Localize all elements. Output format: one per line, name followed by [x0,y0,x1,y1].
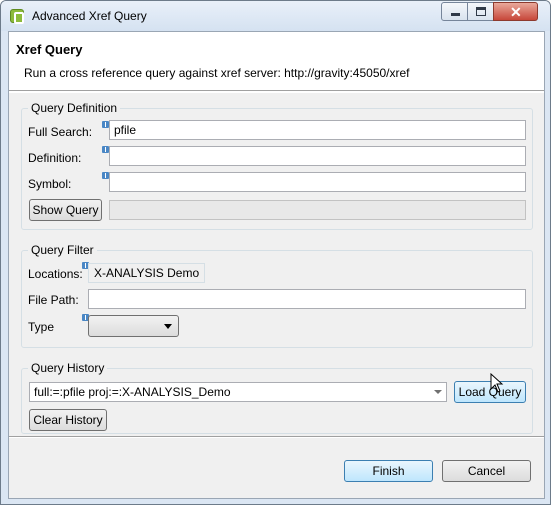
maximize-button[interactable] [467,2,494,21]
chevron-down-icon [164,324,172,329]
full-search-label: Full Search: [28,125,93,139]
show-query-button[interactable]: Show Query [29,199,102,221]
symbol-label: Symbol: [28,177,72,191]
dialog-footer: Finish Cancel [9,438,544,498]
clear-history-button[interactable]: Clear History [29,409,107,431]
symbol-input[interactable] [109,172,526,192]
definition-info-icon [102,146,109,153]
dialog-banner: Xref Query Run a cross reference query a… [9,32,544,90]
file-path-label: File Path: [28,293,79,307]
definition-input[interactable] [109,146,526,166]
query-definition-title: Query Definition [28,101,121,115]
symbol-info-icon [102,172,109,179]
close-button[interactable]: ✕ [493,2,538,21]
full-search-input[interactable] [109,120,526,140]
type-label: Type [28,320,55,334]
app-icon [10,9,24,24]
query-history-combo[interactable]: full:=:pfile proj:=:X-ANALYSIS_Demo [29,382,447,402]
locations-value: X-ANALYSIS Demo [88,263,206,283]
locations-label: Locations: [28,267,83,281]
query-preview-field [109,200,526,220]
full-search-info-icon [102,121,109,128]
cancel-button[interactable]: Cancel [442,460,531,482]
query-definition-group: Query Definition Full Search: Definition… [21,101,533,230]
query-filter-group: Query Filter Locations: X-ANALYSIS Demo … [21,243,533,348]
chevron-down-icon [434,390,442,394]
finish-button[interactable]: Finish [344,460,433,482]
dialog-content: Xref Query Run a cross reference query a… [8,31,545,499]
banner-title: Xref Query [16,42,83,57]
file-path-input[interactable] [88,289,526,309]
banner-message: Run a cross reference query against xref… [24,66,410,80]
advanced-xref-query-dialog: Advanced Xref Query ✕ Xref Query Run a c… [0,0,551,505]
definition-label: Definition: [28,151,82,165]
query-filter-title: Query Filter [28,243,97,257]
window-title: Advanced Xref Query [32,9,147,23]
query-history-group: Query History full:=:pfile proj:=:X-ANAL… [21,361,533,434]
dialog-body: Query Definition Full Search: Definition… [9,93,544,436]
minimize-icon [451,13,460,16]
type-select[interactable] [88,315,179,337]
query-history-title: Query History [28,361,108,375]
query-history-value: full:=:pfile proj:=:X-ANALYSIS_Demo [34,385,231,399]
banner-separator [9,90,544,92]
mouse-cursor-icon [490,373,504,393]
maximize-icon [476,7,486,16]
minimize-button[interactable] [441,2,468,21]
close-icon: ✕ [510,4,522,20]
title-bar[interactable]: Advanced Xref Query ✕ [1,1,550,31]
